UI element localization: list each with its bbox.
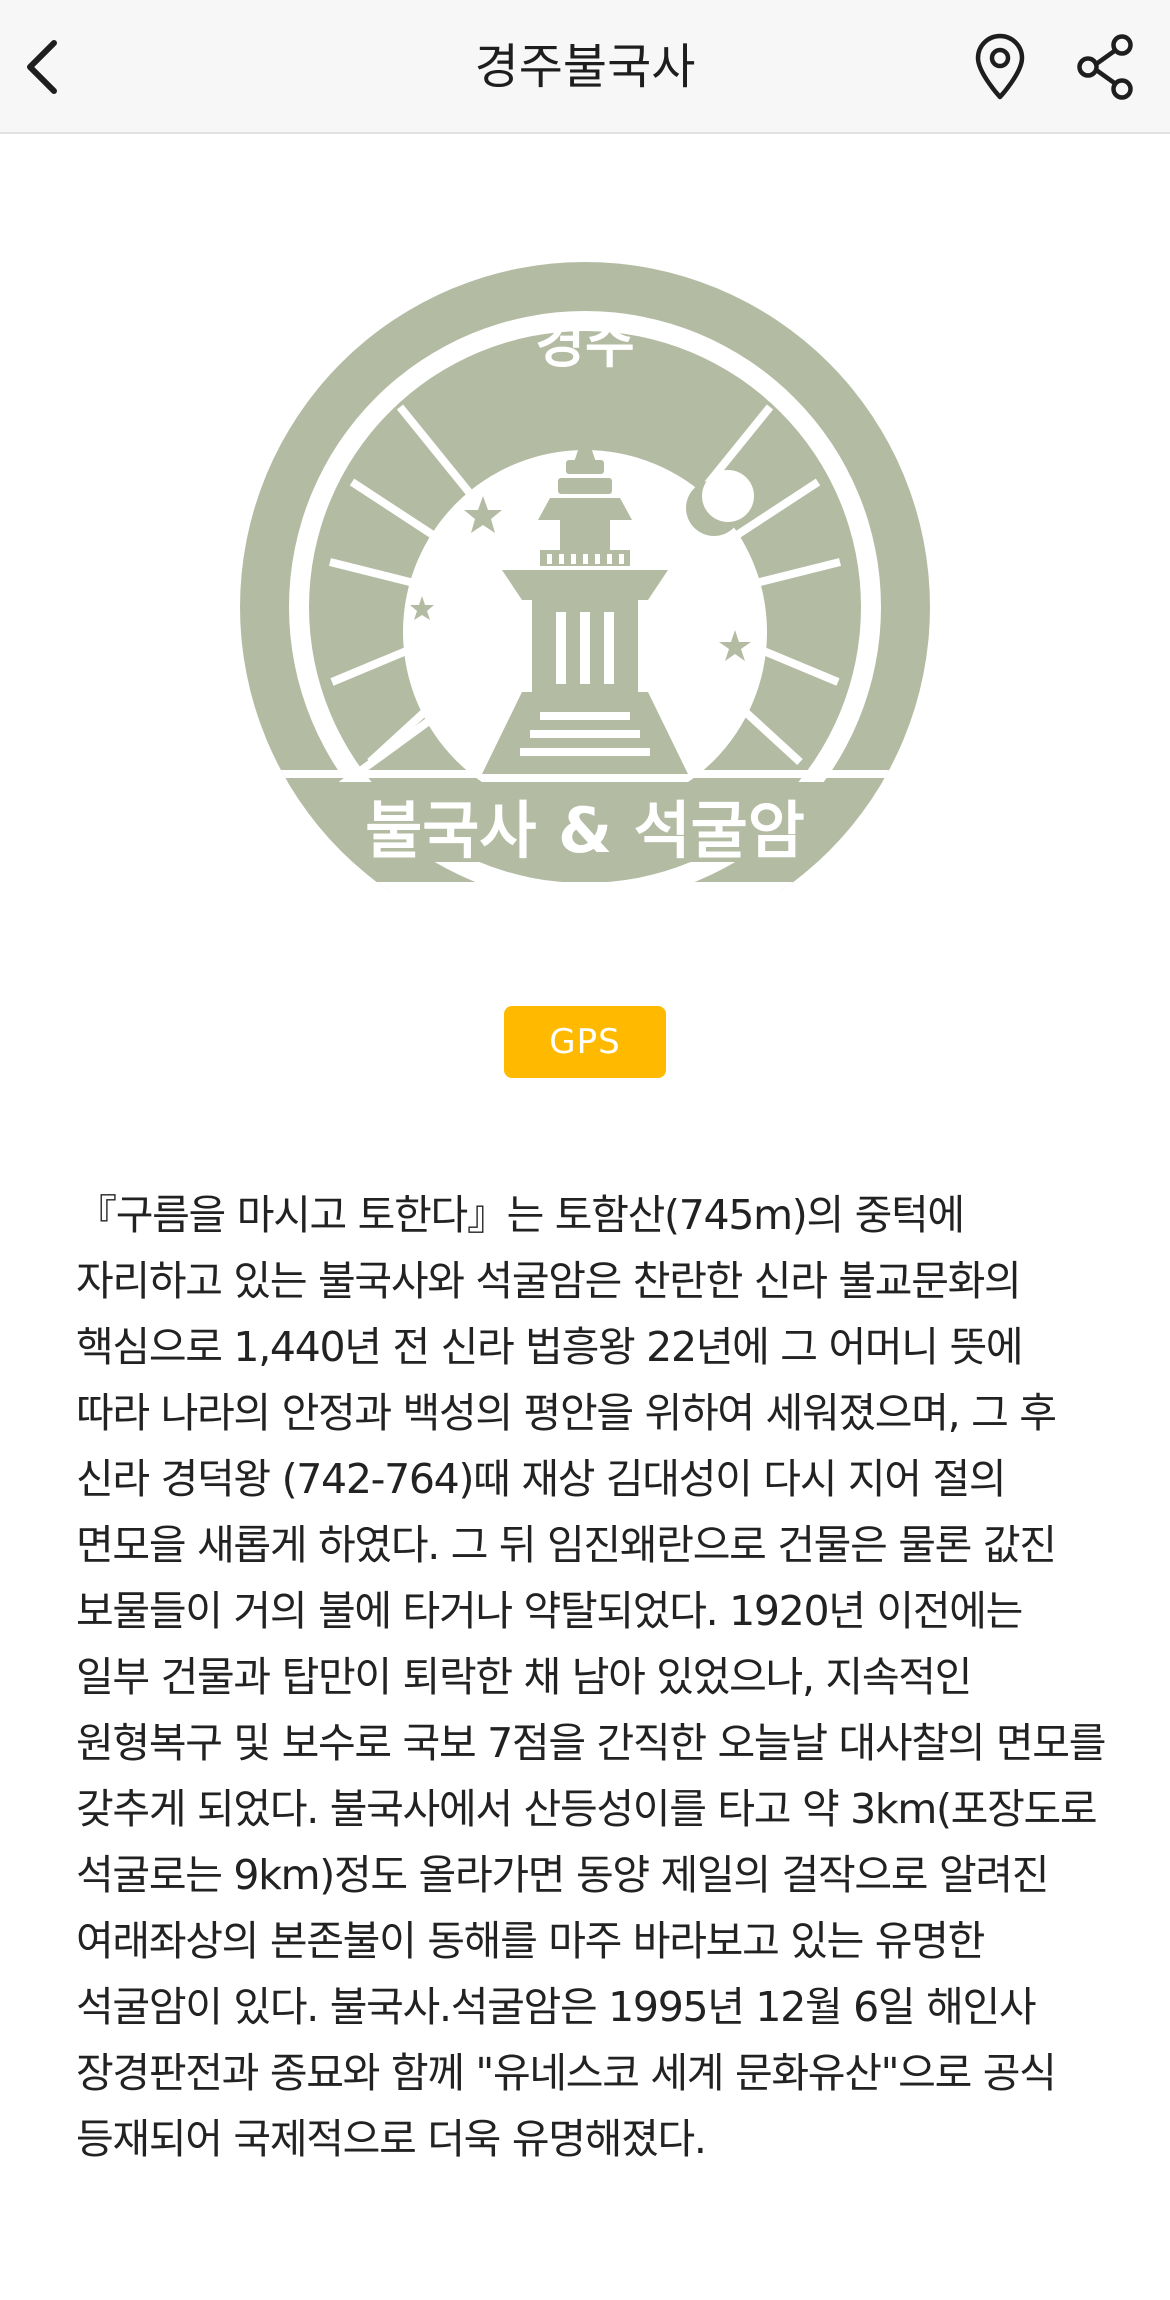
temple-badge-illustration: 경주 불국사 & 석굴암	[240, 262, 930, 952]
share-icon	[1077, 34, 1133, 100]
gps-button[interactable]: GPS	[504, 1006, 666, 1078]
temple-badge: 경주 불국사 & 석굴암	[240, 262, 930, 952]
share-button[interactable]	[1066, 27, 1146, 107]
badge-bottom-text: 불국사 & 석굴암	[365, 794, 804, 867]
map-pin-icon	[975, 33, 1025, 100]
app-header: 경주불국사	[0, 0, 1170, 134]
description-text: 『구름을 마시고 토한다』는 토함산(745m)의 중턱에 자리하고 있는 불국…	[76, 1191, 1106, 2163]
badge-top-text: 경주	[535, 312, 634, 375]
location-button[interactable]	[960, 27, 1040, 107]
